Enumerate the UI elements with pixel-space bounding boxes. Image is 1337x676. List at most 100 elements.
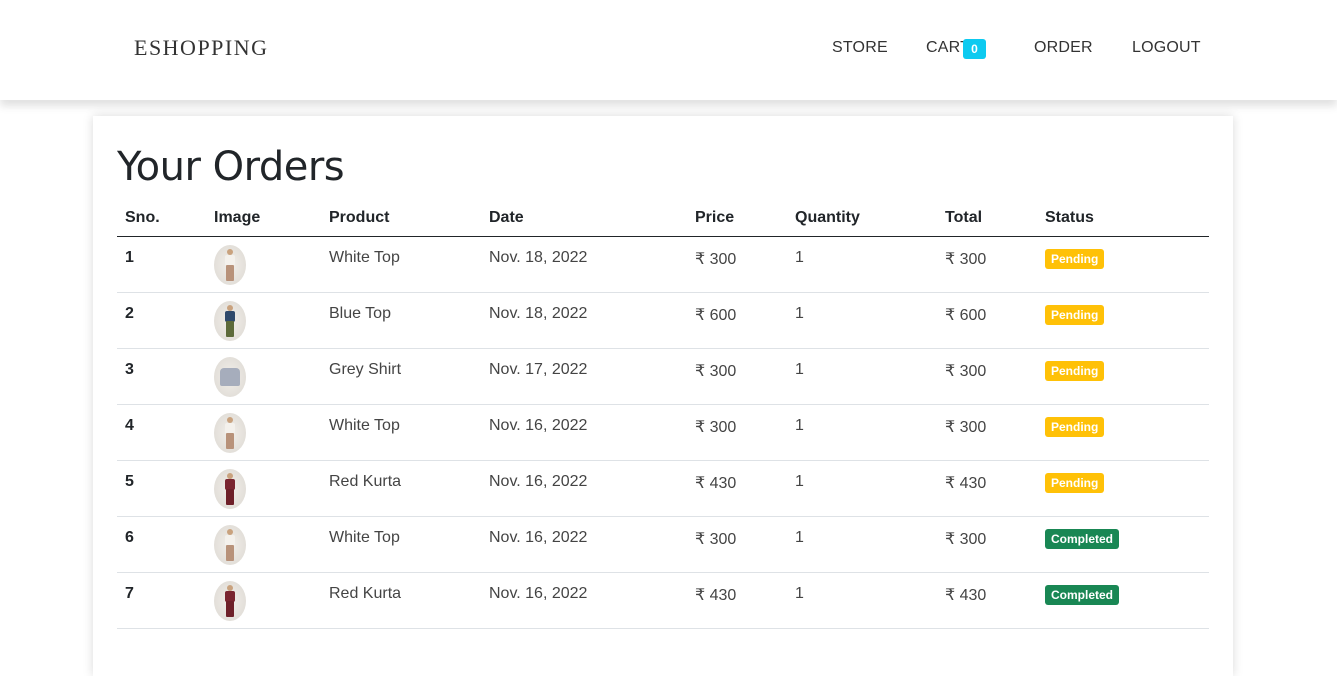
- status-cell: Pending: [1037, 404, 1209, 461]
- image-cell: [206, 516, 321, 573]
- price-cell: ₹ 300: [687, 348, 787, 405]
- header-row: Sno. Image Product Date Price Quantity T…: [117, 200, 1209, 237]
- figure-bottom: [226, 321, 234, 337]
- cart-count-badge[interactable]: 0: [963, 39, 986, 59]
- header-status: Status: [1037, 200, 1209, 237]
- table-row: 2 Blue Top Nov. 18, 2022 ₹ 600 1 ₹ 600 Pending: [117, 292, 1209, 349]
- quantity-cell: 1: [787, 292, 937, 349]
- product-cell: Red Kurta: [321, 460, 481, 517]
- product-thumbnail-image: [214, 581, 246, 621]
- status-cell: Pending: [1037, 236, 1209, 293]
- figure-bottom: [226, 433, 234, 449]
- sno-cell: 6: [117, 516, 206, 573]
- status-badge: Pending: [1045, 417, 1105, 437]
- product-cell: Red Kurta: [321, 572, 481, 629]
- product-thumbnail-image: [214, 413, 246, 453]
- orders-card: Your Orders Sno. Image Product Date Pric…: [93, 116, 1233, 676]
- product-thumbnail-image: [214, 357, 246, 397]
- status-badge: Pending: [1045, 473, 1105, 493]
- figure-bottom: [226, 489, 234, 505]
- date-cell: Nov. 16, 2022: [481, 460, 687, 517]
- quantity-cell: 1: [787, 460, 937, 517]
- product-thumbnail-image: [214, 301, 246, 341]
- figure-bottom: [226, 601, 234, 617]
- quantity-cell: 1: [787, 516, 937, 573]
- sno-cell: 2: [117, 292, 206, 349]
- image-cell: [206, 236, 321, 293]
- product-cell: White Top: [321, 516, 481, 573]
- status-cell: Pending: [1037, 292, 1209, 349]
- image-cell: [206, 460, 321, 517]
- status-badge: Pending: [1045, 305, 1105, 325]
- nav-logout-link[interactable]: LOGOUT: [1132, 39, 1201, 57]
- status-badge: Pending: [1045, 361, 1105, 381]
- total-cell: ₹ 430: [937, 460, 1037, 517]
- price-cell: ₹ 300: [687, 404, 787, 461]
- figure-bottom: [226, 545, 234, 561]
- image-cell: [206, 292, 321, 349]
- date-cell: Nov. 17, 2022: [481, 348, 687, 405]
- quantity-cell: 1: [787, 236, 937, 293]
- date-cell: Nov. 16, 2022: [481, 404, 687, 461]
- price-cell: ₹ 430: [687, 460, 787, 517]
- nav-store-link[interactable]: STORE: [832, 39, 888, 57]
- header-product: Product: [321, 200, 481, 237]
- sno-cell: 5: [117, 460, 206, 517]
- header-total: Total: [937, 200, 1037, 237]
- status-badge: Completed: [1045, 529, 1120, 549]
- table-row: 4 White Top Nov. 16, 2022 ₹ 300 1 ₹ 300 Pendin…: [117, 404, 1209, 461]
- total-cell: ₹ 300: [937, 236, 1037, 293]
- orders-table: Sno. Image Product Date Price Quantity T…: [117, 200, 1209, 629]
- top-navbar: ESHOPPING STORE CART 0 ORDER LOGOUT: [0, 0, 1337, 100]
- quantity-cell: 1: [787, 348, 937, 405]
- shirt-shape: [220, 368, 240, 386]
- table-row: 7 Red Kurta Nov. 16, 2022 ₹ 430 1 ₹ 430 Comple…: [117, 572, 1209, 629]
- total-cell: ₹ 430: [937, 572, 1037, 629]
- image-cell: [206, 348, 321, 405]
- image-cell: [206, 404, 321, 461]
- price-cell: ₹ 300: [687, 516, 787, 573]
- sno-cell: 7: [117, 572, 206, 629]
- status-cell: Completed: [1037, 516, 1209, 573]
- price-cell: ₹ 300: [687, 236, 787, 293]
- status-badge: Completed: [1045, 585, 1120, 605]
- status-cell: Completed: [1037, 572, 1209, 629]
- status-cell: Pending: [1037, 348, 1209, 405]
- header-date: Date: [481, 200, 687, 237]
- table-row: 3 Grey Shirt Nov. 17, 2022 ₹ 300 1 ₹ 300 Pendi…: [117, 348, 1209, 405]
- product-thumbnail-image: [214, 469, 246, 509]
- page-title: Your Orders: [117, 144, 345, 190]
- total-cell: ₹ 300: [937, 404, 1037, 461]
- date-cell: Nov. 16, 2022: [481, 572, 687, 629]
- product-thumbnail-image: [214, 245, 246, 285]
- price-cell: ₹ 600: [687, 292, 787, 349]
- table-row: 1 White Top Nov. 18, 2022 ₹ 300 1 ₹ 300 Pendin…: [117, 236, 1209, 293]
- orders-table-body: 1 White Top Nov. 18, 2022 ₹ 300 1 ₹ 300 Pendin…: [117, 236, 1209, 629]
- sno-cell: 4: [117, 404, 206, 461]
- quantity-cell: 1: [787, 572, 937, 629]
- status-badge: Pending: [1045, 249, 1105, 269]
- image-cell: [206, 572, 321, 629]
- nav-order-link[interactable]: ORDER: [1034, 39, 1093, 57]
- brand-logo-link[interactable]: ESHOPPING: [134, 35, 269, 61]
- orders-table-head: Sno. Image Product Date Price Quantity T…: [117, 200, 1209, 237]
- table-row: 6 White Top Nov. 16, 2022 ₹ 300 1 ₹ 300 Comple…: [117, 516, 1209, 573]
- header-quantity: Quantity: [787, 200, 937, 237]
- total-cell: ₹ 300: [937, 348, 1037, 405]
- price-cell: ₹ 430: [687, 572, 787, 629]
- figure-bottom: [226, 265, 234, 281]
- product-cell: Blue Top: [321, 292, 481, 349]
- product-cell: Grey Shirt: [321, 348, 481, 405]
- date-cell: Nov. 18, 2022: [481, 292, 687, 349]
- sno-cell: 3: [117, 348, 206, 405]
- product-cell: White Top: [321, 236, 481, 293]
- table-row: 5 Red Kurta Nov. 16, 2022 ₹ 430 1 ₹ 430 Pendin…: [117, 460, 1209, 517]
- header-sno: Sno.: [117, 200, 206, 237]
- header-price: Price: [687, 200, 787, 237]
- product-thumbnail-image: [214, 525, 246, 565]
- status-cell: Pending: [1037, 460, 1209, 517]
- date-cell: Nov. 16, 2022: [481, 516, 687, 573]
- total-cell: ₹ 300: [937, 516, 1037, 573]
- sno-cell: 1: [117, 236, 206, 293]
- quantity-cell: 1: [787, 404, 937, 461]
